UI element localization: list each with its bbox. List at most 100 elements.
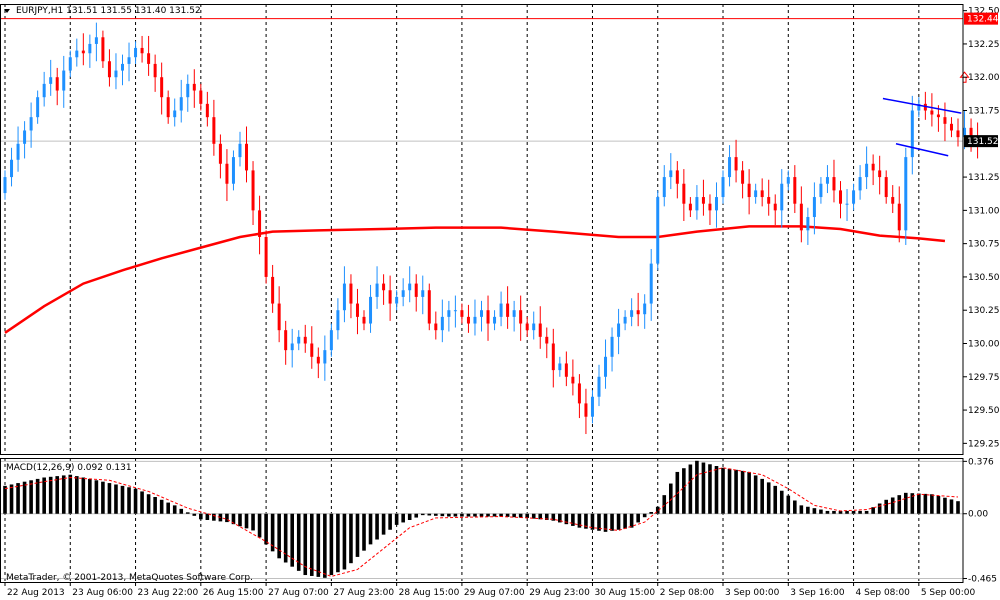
horizontal-lines[interactable] — [0, 18, 963, 142]
time-tick-label: 29 Aug 23:00 — [529, 588, 590, 598]
macd-bar — [695, 460, 699, 514]
macd-bar — [949, 499, 954, 514]
channel-upper-line[interactable] — [882, 97, 962, 114]
candle-body — [212, 117, 216, 144]
candle-body — [62, 70, 66, 91]
candle-body — [362, 316, 366, 324]
macd-bar — [734, 469, 738, 514]
macd-bar — [629, 513, 634, 528]
candle-body — [558, 363, 562, 371]
price-badge-label: 132.44 — [967, 15, 999, 25]
candle-body — [290, 343, 294, 351]
macd-bar — [35, 478, 40, 514]
price-tick-label: 129.75 — [968, 373, 1000, 383]
candle-body — [754, 190, 758, 198]
channel-lower-line[interactable] — [895, 143, 949, 157]
candle-body — [231, 157, 235, 184]
macd-bar — [819, 509, 823, 514]
macd-bar — [479, 513, 484, 517]
time-tick-label: 28 Aug 15:00 — [399, 588, 460, 598]
candle-body — [218, 143, 222, 164]
candle-body — [101, 37, 105, 62]
candle-body — [460, 310, 464, 317]
macd-bar — [185, 512, 190, 514]
candle-body — [303, 336, 307, 344]
macd-bar — [447, 513, 451, 517]
macd-bar — [114, 484, 118, 514]
macd-bar — [375, 513, 379, 540]
main-pane-frame — [0, 4, 964, 455]
candle-body — [447, 310, 451, 317]
time-tick-label: 2 Sep 08:00 — [660, 588, 715, 598]
macd-bar — [486, 513, 490, 517]
macd-bar — [146, 494, 151, 514]
macd-bar — [766, 482, 771, 514]
candle-body — [264, 236, 268, 277]
macd-bar — [225, 513, 229, 523]
candle-body — [336, 310, 340, 331]
candle-body — [434, 323, 438, 331]
candle-body — [166, 97, 170, 118]
macd-bar — [571, 513, 575, 526]
macd-bar — [205, 513, 210, 520]
macd-bar — [368, 513, 373, 545]
macd-bar — [682, 468, 686, 514]
macd-bar — [427, 513, 432, 516]
candle-body — [349, 283, 353, 304]
macd-bar — [61, 475, 66, 514]
candle-body — [512, 310, 516, 317]
time-axis: 22 Aug 2013 23 Aug 06:00 23 Aug 22:00 26 Au… — [4, 582, 975, 598]
price-tick-label: 131.25 — [968, 173, 1000, 183]
price-tick-label: 130.50 — [968, 273, 1000, 283]
candle-body — [832, 177, 836, 191]
candle-body — [179, 97, 183, 111]
macd-bar — [81, 477, 86, 514]
macd-bar — [75, 476, 79, 514]
candle-body — [375, 283, 379, 297]
candle-body — [741, 170, 745, 184]
candle-body — [799, 203, 803, 231]
price-tick-label: 129.25 — [968, 439, 1000, 449]
macd-bar — [917, 493, 921, 514]
candle-body — [153, 63, 157, 78]
macd-bar — [127, 487, 131, 514]
candle-body — [205, 103, 209, 118]
candle-body — [440, 316, 444, 331]
macd-tick-label: 0.376 — [968, 457, 994, 467]
price-tick-label: 132.25 — [968, 40, 1000, 50]
macd-bar — [140, 491, 144, 514]
candle-body — [23, 130, 27, 144]
macd-bar — [401, 513, 405, 523]
candle-body — [401, 290, 405, 297]
macd-bar — [897, 495, 902, 514]
candle-body — [147, 53, 151, 64]
candle-body — [806, 217, 810, 231]
trend-channel[interactable] — [882, 97, 962, 157]
candle-body — [36, 97, 40, 118]
macd-bar — [877, 503, 882, 514]
candle-body — [721, 177, 725, 198]
candle-body — [891, 197, 895, 204]
macd-bar — [316, 513, 321, 577]
time-tick-label: 27 Aug 23:00 — [333, 588, 394, 598]
macd-tick-label: -0.465 — [968, 575, 997, 585]
candle-body — [506, 303, 510, 317]
macd-bar — [858, 510, 862, 514]
candle-body — [414, 283, 418, 297]
candle-body — [884, 177, 888, 198]
candle-body — [68, 57, 72, 71]
candle-body — [382, 283, 386, 291]
candle-body — [728, 157, 732, 178]
macd-bar — [362, 513, 366, 551]
candle-body — [538, 323, 542, 337]
candle-body — [329, 330, 333, 351]
candle-body — [408, 283, 412, 291]
candle-body — [597, 376, 601, 397]
macd-bar — [394, 513, 399, 525]
macd-bar — [381, 513, 386, 535]
candle-body — [55, 77, 59, 91]
macd-signal-line — [4, 467, 959, 577]
macd-bar — [3, 485, 7, 514]
candle-body — [956, 130, 960, 138]
candle-body — [910, 110, 914, 158]
